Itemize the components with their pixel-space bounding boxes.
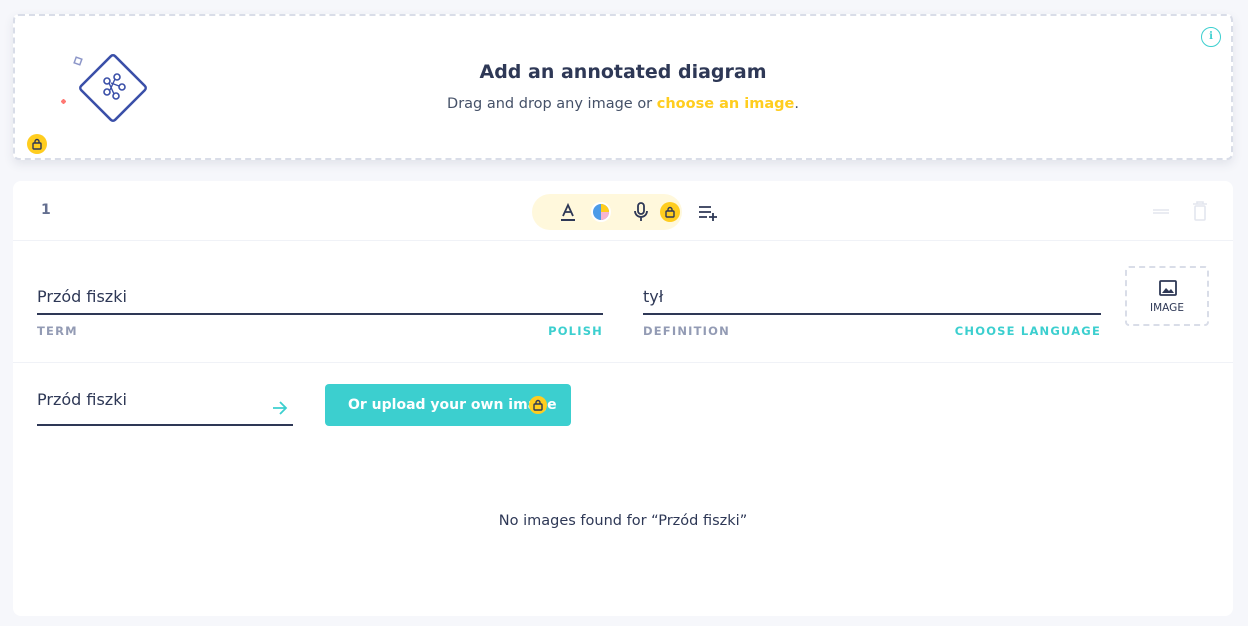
drag-handle-icon[interactable] [1153, 209, 1169, 214]
diagram-title: Add an annotated diagram [479, 61, 767, 83]
term-definition-row: TERM POLISH DEFINITION CHOOSE LANGUAGE I… [13, 242, 1233, 363]
arrow-right-icon[interactable] [270, 398, 290, 418]
text-format-icon[interactable] [556, 200, 580, 224]
lock-icon [660, 202, 680, 222]
image-search-input[interactable] [37, 384, 293, 426]
term-language-link[interactable]: POLISH [493, 324, 603, 338]
add-image-button[interactable]: IMAGE [1125, 266, 1209, 326]
choose-image-link[interactable]: choose an image [657, 96, 795, 112]
term-input[interactable] [37, 285, 603, 315]
term-label: TERM [37, 324, 78, 338]
upload-image-button[interactable]: Or upload your own image [325, 384, 571, 426]
format-toolbar [532, 194, 682, 230]
card-number: 1 [41, 202, 51, 218]
diagram-dropzone[interactable]: i Add an annotated diagram Drag and drop… [13, 14, 1233, 160]
definition-label: DEFINITION [643, 324, 730, 338]
diagram-subtitle-period: . [794, 96, 799, 112]
lock-icon [529, 396, 547, 414]
diagram-subtitle-text: Drag and drop any image or [447, 96, 657, 112]
add-image-label: IMAGE [1150, 302, 1184, 314]
add-list-icon[interactable] [696, 200, 720, 224]
definition-language-link[interactable]: CHOOSE LANGUAGE [893, 324, 1101, 338]
image-icon [1159, 280, 1177, 296]
info-icon[interactable]: i [1201, 27, 1221, 47]
upload-image-label: Or upload your own image [348, 397, 557, 413]
flashcard: 1 Przód fiszki TERM POLISH tył DEFINITIO… [13, 181, 1233, 616]
card-header: 1 [13, 181, 1233, 241]
microphone-icon[interactable] [629, 200, 653, 224]
color-picker-icon[interactable] [589, 200, 613, 224]
definition-input[interactable] [643, 285, 1101, 315]
lock-icon [27, 134, 47, 154]
diagram-subtitle: Drag and drop any image or choose an ima… [15, 96, 1231, 112]
no-images-message: No images found for “Przód fiszki” [498, 513, 748, 529]
trash-icon[interactable] [1192, 201, 1208, 221]
